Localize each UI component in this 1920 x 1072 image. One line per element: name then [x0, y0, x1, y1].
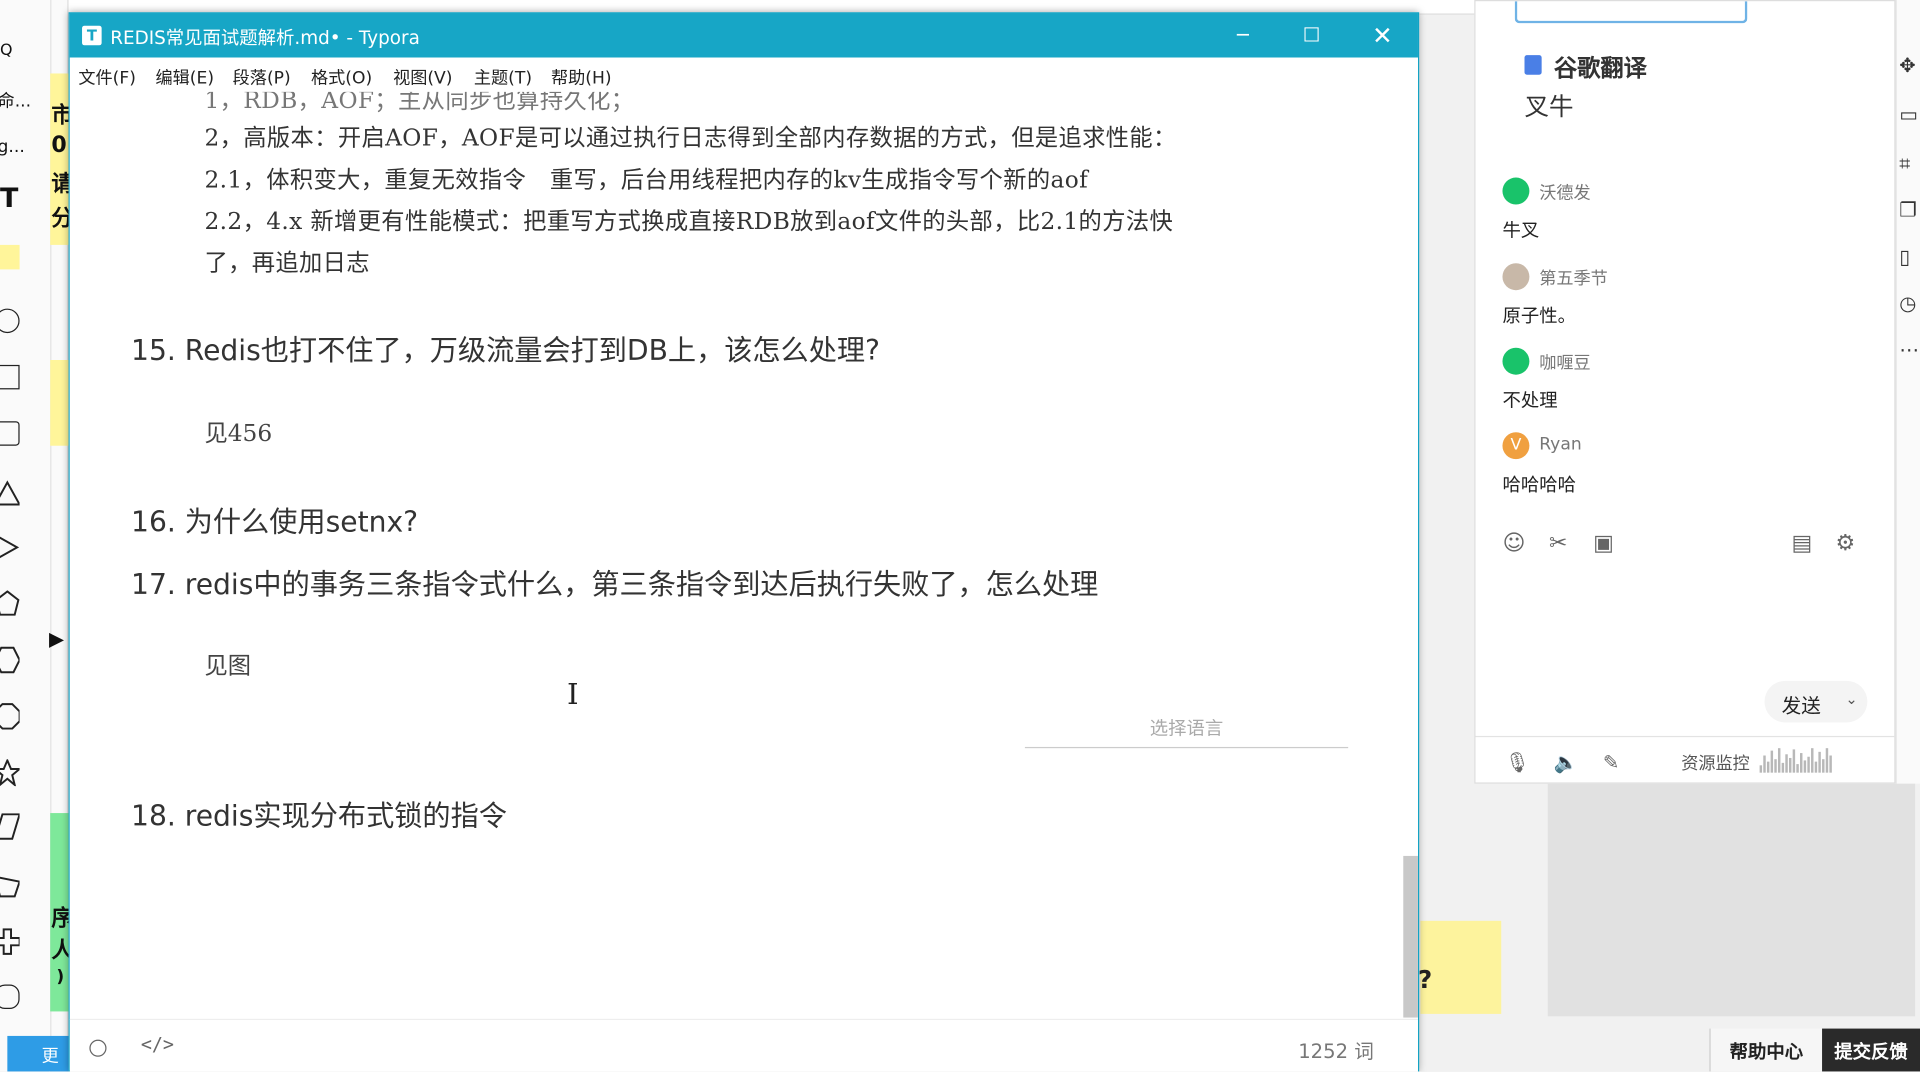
bg-text: g...	[0, 137, 25, 157]
microphone-icon[interactable]: 🎙	[1505, 751, 1530, 774]
text-line: 2.1，体积变大，重复无效指令 重写，后台用线程把内存的kv生成指令写个新的ao…	[204, 166, 1089, 194]
background-shape-toolbar: Q 命... g... T 市 0( 请 分 ▶ 序 人)	[0, 0, 77, 1072]
avatar	[1502, 177, 1530, 205]
trapezoid-tool-icon[interactable]	[0, 872, 21, 898]
more-button[interactable]: 更多	[7, 1035, 72, 1072]
note-q15: 见456	[204, 420, 273, 447]
bg-text-tool-icon[interactable]: T	[0, 184, 18, 215]
scrollbar-thumb[interactable]	[1403, 855, 1418, 1018]
typora-window: T REDIS常见面试题解析.md• - Typora ─ ☐ ✕ 文件(F) …	[68, 12, 1420, 1072]
heading-q17: 17. redis中的事务三条指令式什么，第三条指令到达后执行失败了，怎么处理	[131, 569, 1099, 602]
close-icon[interactable]: ✕	[1348, 13, 1417, 57]
history-icon[interactable]: ◷	[1899, 291, 1916, 314]
document-editor[interactable]: 1，RDB，AOF；主从同步也算持久化； 2，高版本：开启AOF，AOF是可以通…	[69, 91, 1418, 1019]
message-author: Ryan	[1539, 434, 1582, 455]
cross-tool-icon[interactable]	[0, 928, 21, 955]
octagon-tool-icon[interactable]	[0, 703, 21, 730]
minimize-icon[interactable]: ─	[1209, 13, 1278, 57]
menu-theme[interactable]: 主题(T)	[474, 65, 532, 89]
bg-text: 命...	[0, 91, 32, 112]
star-tool-icon[interactable]	[0, 757, 23, 788]
resource-monitor-graph	[1759, 748, 1836, 775]
pentagon-tool-icon[interactable]	[0, 590, 20, 616]
menu-file[interactable]: 文件(F)	[78, 65, 136, 89]
more-icon[interactable]: ⋯	[1899, 338, 1919, 361]
translate-title: 谷歌翻译	[1553, 55, 1647, 83]
menu-bar: 文件(F) 编辑(E) 段落(P) 格式(O) 视图(V) 主题(T) 帮助(H…	[69, 57, 1418, 92]
language-select[interactable]: 选择语言	[1024, 711, 1349, 749]
typora-app-icon: T	[82, 25, 102, 46]
parallelogram-tool-icon[interactable]	[0, 813, 21, 840]
message-author: 沃德发	[1539, 183, 1591, 204]
message-text: 原子性。	[1502, 304, 1576, 327]
play-tool-icon[interactable]	[0, 534, 20, 559]
heading-q15: 15. Redis也打不住了，万级流量会打到DB上，该怎么处理?	[131, 335, 880, 368]
chat-bubble-icon[interactable]: ▭	[1899, 103, 1918, 126]
message-text: 哈哈哈哈	[1502, 473, 1576, 496]
feedback-button[interactable]: 提交反馈	[1822, 1028, 1920, 1072]
translate-input[interactable]	[1514, 1, 1748, 24]
message-author: 第五季节	[1539, 269, 1608, 289]
message-author: 咖喱豆	[1539, 353, 1591, 374]
file-icon[interactable]: ▯	[1899, 245, 1910, 268]
triangle-tool-icon[interactable]	[0, 480, 22, 506]
resource-monitor-label: 资源监控	[1681, 754, 1750, 774]
chat-panel: 谷歌翻译 叉牛 沃德发 牛叉 第五季节 原子性。 咖喱豆 不处理 V Ryan …	[1474, 0, 1896, 784]
text-line-partial: 1，RDB，AOF；主从同步也算持久化；	[204, 91, 635, 114]
menu-paragraph[interactable]: 段落(P)	[233, 65, 291, 89]
hexagon-tool-icon[interactable]	[0, 646, 21, 674]
heading-q16: 16. 为什么使用setnx?	[131, 506, 419, 539]
menu-edit[interactable]: 编辑(E)	[156, 65, 215, 89]
text-line: 了，再追加日志	[204, 249, 370, 277]
send-button[interactable]: 发送 ⌄	[1764, 680, 1868, 723]
bg-text: )	[56, 967, 65, 987]
translate-result: 叉牛	[1524, 91, 1574, 122]
pin-icon[interactable]: ✥	[1899, 54, 1915, 77]
message-text: 不处理	[1502, 389, 1558, 412]
message-text: 牛叉	[1502, 219, 1540, 242]
text-line: 2，高版本：开启AOF，AOF是可以通过执行日志得到全部内存数据的方式，但是追求…	[204, 124, 1177, 152]
chevron-down-icon[interactable]: ⌄	[1845, 691, 1857, 708]
bg-search-icon[interactable]: Q	[0, 42, 13, 60]
speaker-icon[interactable]: 🔈	[1554, 751, 1578, 774]
maximize-icon[interactable]: ☐	[1277, 13, 1346, 57]
message-box-icon[interactable]: ▤	[1791, 530, 1812, 556]
crop-icon[interactable]: ⌗	[1899, 152, 1910, 176]
rect-tool-icon[interactable]	[0, 364, 20, 390]
mute-icon[interactable]: ✎	[1603, 751, 1619, 774]
avatar	[1502, 347, 1530, 375]
text-line: 2.2，4.x 新增更有性能模式：把重写方式换成直接RDB放到aof文件的头部，…	[204, 208, 1174, 236]
menu-help[interactable]: 帮助(H)	[551, 65, 612, 89]
text-cursor-icon: I	[566, 677, 579, 712]
copy-icon[interactable]: ❐	[1899, 198, 1917, 221]
scissors-icon[interactable]: ✂	[1549, 530, 1567, 556]
rounded-rect-tool-icon[interactable]	[0, 421, 20, 446]
settings-icon[interactable]: ⚙	[1836, 530, 1856, 556]
word-count[interactable]: 1252 词	[1298, 1035, 1374, 1064]
heading-q18: 18. redis实现分布式锁的指令	[131, 800, 507, 833]
sticky-note[interactable]: ?	[1418, 920, 1502, 1014]
emoji-icon[interactable]: ☺	[1502, 530, 1525, 556]
cloud-tool-icon[interactable]	[0, 984, 20, 1009]
image-icon[interactable]: ▣	[1593, 530, 1614, 556]
window-title: REDIS常见面试题解析.md• - Typora	[110, 26, 420, 49]
title-bar[interactable]: T REDIS常见面试题解析.md• - Typora ─ ☐ ✕	[69, 13, 1418, 58]
avatar	[1502, 263, 1530, 291]
outline-toggle-icon[interactable]	[89, 1039, 107, 1057]
send-label: 发送	[1781, 694, 1821, 718]
note-q17: 见图	[204, 652, 252, 680]
menu-format[interactable]: 格式(O)	[311, 65, 372, 89]
status-bar: </> 1252 词	[69, 1018, 1418, 1072]
google-translate-icon	[1524, 55, 1542, 75]
bg-arrow-icon: ▶	[48, 626, 65, 651]
source-mode-icon[interactable]: </>	[141, 1033, 174, 1055]
avatar: V	[1502, 432, 1530, 460]
menu-view[interactable]: 视图(V)	[393, 65, 452, 89]
help-center-button[interactable]: 帮助中心	[1709, 1028, 1823, 1072]
